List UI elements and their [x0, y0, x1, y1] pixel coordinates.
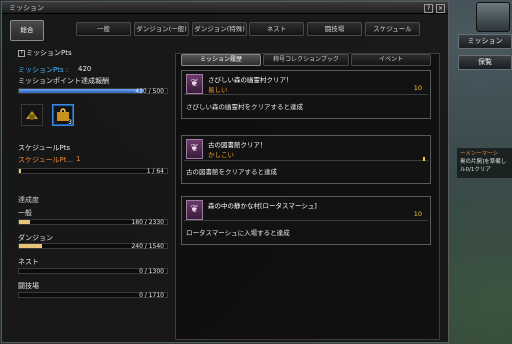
mission-emblem-icon: ❦: [186, 200, 203, 220]
reward-progress-label: ミッションポイント達成報酬: [18, 77, 109, 85]
tab-schedule[interactable]: スケジュール: [365, 22, 420, 36]
mission-pts-header: ? ミッションPts: [18, 48, 72, 58]
mission-rank: 易しい: [208, 86, 228, 94]
category-fill-general: [19, 220, 31, 224]
mission-pts-value: 420: [78, 65, 92, 73]
schedule-pts-sub-label: スケジュールPt...: [18, 156, 74, 164]
mission-title: 古の図書館クリア！: [208, 141, 267, 149]
help-icon[interactable]: ?: [18, 49, 25, 57]
schedule-progress-bar: 1 / 64: [18, 168, 168, 175]
quest-tracker[interactable]: ーメンーマーシ 奥の片腕]を準備し ル0/1クリア: [457, 148, 512, 178]
reward-progress-text: 420 / 500: [135, 88, 164, 95]
mission-pts-title: ミッションPts: [26, 49, 72, 57]
character-portrait-icon[interactable]: [476, 2, 510, 32]
schedule-pts-label: スケジュールPts: [18, 144, 71, 152]
mission-title: さびしい森の幽霊村クリア！: [208, 76, 293, 84]
mission-card[interactable]: ❦ さびしい森の幽霊村クリア！ 易しい 10 さびしい森の幽霊村をクリアすると達…: [181, 70, 431, 119]
mission-points: 10: [413, 84, 422, 92]
mission-description: ロータスマーシュに入場すると達成: [186, 229, 290, 237]
close-button[interactable]: ×: [436, 4, 445, 13]
tab-mission-history[interactable]: ミッション履歴: [181, 54, 261, 66]
mission-title: 森の中の静かな村[ロータスマーシュ]: [208, 202, 317, 210]
schedule-pts-sub-value: 1: [76, 155, 81, 163]
category-text-dungeon: 240 / 1540: [131, 243, 164, 250]
window-title: ミッション: [9, 4, 44, 12]
reward-item-icon[interactable]: [21, 104, 43, 126]
mission-window: ミッション ? × 総合 一般 ダンジョン(一般) ダンジョン(特殊) ネスト …: [1, 1, 449, 343]
category-text-arena: 0 / 1710: [139, 292, 164, 299]
tab-event[interactable]: イベント: [351, 54, 431, 66]
tab-general[interactable]: 一般: [76, 22, 131, 36]
category-label-general: 一般: [18, 209, 32, 217]
divider: [184, 220, 428, 221]
schedule-progress-fill: [19, 169, 22, 173]
achievement-label: 達成度: [18, 196, 39, 204]
category-text-general: 180 / 2330: [131, 219, 164, 226]
mission-description: さびしい森の幽霊村をクリアすると達成: [186, 103, 303, 111]
mission-description: 古の図書館をクリアすると達成: [186, 168, 277, 176]
category-label-nest: ネスト: [18, 258, 39, 266]
mission-emblem-icon: ❦: [186, 74, 203, 94]
tab-title-collection[interactable]: 称号コレクションブック: [263, 54, 349, 66]
category-bar-arena: 0 / 1710: [18, 292, 168, 299]
mission-emblem-icon: ❦: [186, 139, 203, 159]
category-bar-dungeon: 240 / 1540: [18, 243, 168, 250]
mission-card[interactable]: ❦ 古の図書館クリア！ かしこい 古の図書館をクリアすると達成: [181, 135, 431, 184]
mission-pts-label: ミッションPts :: [18, 66, 69, 74]
quest-line: 奥の片腕]を準備し: [460, 159, 507, 165]
reward-box-icon[interactable]: 3: [52, 104, 74, 126]
category-bar-nest: 0 / 1300: [18, 268, 168, 275]
mission-points: 10: [413, 210, 422, 218]
divider: [184, 160, 428, 161]
tab-overview[interactable]: 総合: [10, 20, 44, 41]
mission-menu-button[interactable]: ミッション: [458, 34, 512, 49]
tab-arena[interactable]: 闘技場: [307, 22, 362, 36]
reward-progress-bar: 420 / 500: [18, 88, 168, 95]
tab-nest[interactable]: ネスト: [249, 22, 304, 36]
category-bar-general: 180 / 2330: [18, 219, 168, 226]
reward-progress-fill: [19, 89, 144, 93]
category-label-dungeon: ダンジョン: [18, 234, 53, 242]
mission-card[interactable]: ❦ 森の中の静かな村[ロータスマーシュ] 10 ロータスマーシュに入場すると達成: [181, 196, 431, 245]
divider: [184, 94, 428, 95]
progress-marker: [423, 157, 425, 161]
tab-dungeon-special[interactable]: ダンジョン(特殊): [192, 22, 247, 36]
category-fill-dungeon: [19, 244, 43, 248]
quest-line: ーメンーマーシ: [460, 151, 499, 157]
reward-count: 3: [68, 119, 72, 126]
ent-menu-button[interactable]: 保覧: [458, 55, 512, 70]
schedule-progress-text: 1 / 64: [146, 168, 164, 175]
quest-line: ル0/1クリア: [460, 167, 491, 173]
title-bar[interactable]: ミッション ? ×: [2, 2, 448, 14]
category-text-nest: 0 / 1300: [139, 268, 164, 275]
help-button[interactable]: ?: [424, 4, 433, 13]
mission-rank: かしこい: [208, 151, 234, 159]
tab-dungeon-normal[interactable]: ダンジョン(一般): [134, 22, 189, 36]
category-label-arena: 闘技場: [18, 282, 39, 290]
